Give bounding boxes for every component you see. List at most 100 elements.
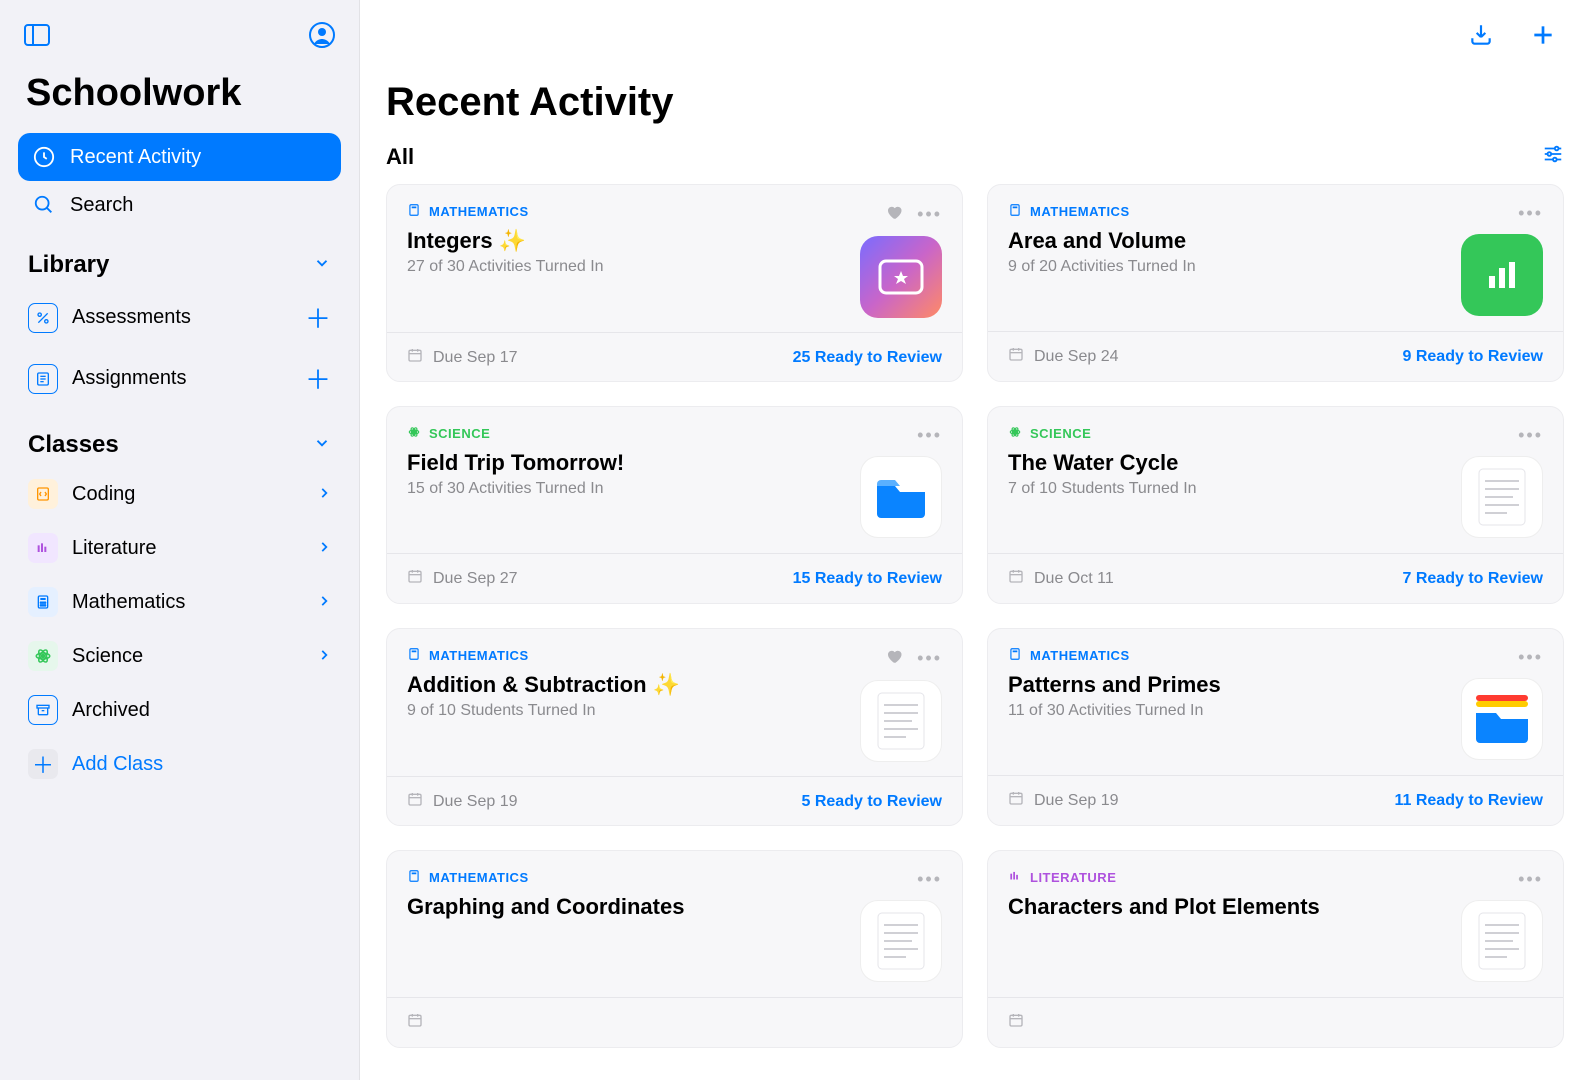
card-subject: LITERATURE: [1008, 869, 1449, 886]
add-assessment-button[interactable]: ＋: [305, 299, 331, 336]
add-button[interactable]: [1526, 18, 1560, 52]
card-text: MATHEMATICS Integers ✨ 27 of 30 Activiti…: [407, 203, 848, 318]
class-label: Literature: [72, 537, 157, 560]
archive-icon: [28, 695, 58, 725]
more-button[interactable]: •••: [1518, 425, 1543, 446]
more-button[interactable]: •••: [917, 869, 942, 890]
card-due: Due Sep 19: [407, 791, 518, 812]
mathematics-icon: [28, 587, 58, 617]
activity-card[interactable]: MATHEMATICS Addition & Subtraction ✨ 9 o…: [386, 628, 963, 826]
class-archived[interactable]: Archived: [18, 683, 341, 737]
card-actions: •••: [885, 647, 942, 670]
card-right: •••: [1461, 425, 1543, 539]
review-link[interactable]: 9 Ready to Review: [1403, 348, 1544, 366]
subject-label: SCIENCE: [1030, 426, 1091, 441]
literature-icon: [28, 533, 58, 563]
chevron-down-icon: [313, 251, 331, 279]
class-literature[interactable]: Literature: [18, 521, 341, 575]
due-label: Due Sep 24: [1034, 348, 1119, 366]
card-actions: •••: [1518, 647, 1543, 668]
nav-search[interactable]: Search: [18, 181, 341, 229]
card-right: •••: [1461, 869, 1543, 983]
thumbnail-icon: [860, 680, 942, 762]
class-science[interactable]: Science: [18, 629, 341, 683]
review-link[interactable]: 11 Ready to Review: [1394, 792, 1543, 810]
activity-card[interactable]: MATHEMATICS Integers ✨ 27 of 30 Activiti…: [386, 184, 963, 382]
thumbnail-icon: [1461, 456, 1543, 538]
card-subtitle: 7 of 10 Students Turned In: [1008, 476, 1449, 498]
search-icon: [32, 193, 56, 217]
card-footer: Due Sep 19 5 Ready to Review: [387, 776, 962, 826]
library-header-label: Library: [28, 251, 109, 279]
card-footer: Due Sep 19 11 Ready to Review: [988, 775, 1563, 825]
card-subtitle: 9 of 20 Activities Turned In: [1008, 254, 1449, 276]
toggle-sidebar-icon[interactable]: [20, 18, 54, 52]
sidebar: Schoolwork Recent Activity Search Librar…: [0, 0, 360, 1080]
library-assignments[interactable]: Assignments ＋: [18, 348, 341, 409]
card-subtitle: [407, 920, 848, 924]
add-class-button[interactable]: ＋ Add Class: [18, 737, 341, 791]
card-title: Area and Volume: [1008, 220, 1449, 254]
subject-label: MATHEMATICS: [1030, 648, 1130, 663]
more-button[interactable]: •••: [1518, 203, 1543, 224]
favorite-icon[interactable]: [885, 203, 903, 226]
card-title: Patterns and Primes: [1008, 664, 1449, 698]
card-body: MATHEMATICS Addition & Subtraction ✨ 9 o…: [387, 629, 962, 776]
card-text: LITERATURE Characters and Plot Elements: [1008, 869, 1449, 983]
more-button[interactable]: •••: [1518, 869, 1543, 890]
class-coding[interactable]: Coding: [18, 467, 341, 521]
card-title: Characters and Plot Elements: [1008, 886, 1449, 920]
review-link[interactable]: 7 Ready to Review: [1403, 570, 1544, 588]
subject-label: MATHEMATICS: [429, 648, 529, 663]
library-header[interactable]: Library: [18, 229, 341, 287]
review-link[interactable]: 25 Ready to Review: [793, 349, 942, 367]
review-link[interactable]: 5 Ready to Review: [802, 793, 943, 811]
card-subject: SCIENCE: [1008, 425, 1449, 442]
classes-header[interactable]: Classes: [18, 409, 341, 467]
activity-card[interactable]: SCIENCE Field Trip Tomorrow! 15 of 30 Ac…: [386, 406, 963, 604]
calendar-icon: [407, 1012, 423, 1033]
card-text: MATHEMATICS Patterns and Primes 11 of 30…: [1008, 647, 1449, 761]
more-button[interactable]: •••: [917, 648, 942, 669]
more-button[interactable]: •••: [917, 425, 942, 446]
activity-card[interactable]: MATHEMATICS Area and Volume 9 of 20 Acti…: [987, 184, 1564, 382]
card-right: •••: [860, 425, 942, 539]
activity-card[interactable]: SCIENCE The Water Cycle 7 of 10 Students…: [987, 406, 1564, 604]
class-mathematics[interactable]: Mathematics: [18, 575, 341, 629]
filter-button[interactable]: [1542, 143, 1564, 170]
calendar-icon: [1008, 346, 1024, 367]
archived-label: Archived: [72, 699, 150, 722]
download-button[interactable]: [1464, 18, 1498, 52]
thumbnail-icon: [860, 236, 942, 318]
library-assessments[interactable]: Assessments ＋: [18, 287, 341, 348]
card-text: MATHEMATICS Area and Volume 9 of 20 Acti…: [1008, 203, 1449, 317]
card-actions: •••: [1518, 869, 1543, 890]
app-title: Schoolwork: [18, 72, 341, 133]
card-text: SCIENCE Field Trip Tomorrow! 15 of 30 Ac…: [407, 425, 848, 539]
activity-card[interactable]: MATHEMATICS Graphing and Coordinates •••: [386, 850, 963, 1048]
clock-icon: [32, 145, 56, 169]
card-footer: [387, 997, 962, 1047]
review-link[interactable]: 15 Ready to Review: [793, 570, 942, 588]
activity-card[interactable]: LITERATURE Characters and Plot Elements …: [987, 850, 1564, 1048]
subject-label: LITERATURE: [1030, 870, 1116, 885]
more-button[interactable]: •••: [1518, 647, 1543, 668]
favorite-icon[interactable]: [885, 647, 903, 670]
more-button[interactable]: •••: [917, 204, 942, 225]
filter-label: All: [386, 144, 414, 170]
profile-icon[interactable]: [305, 18, 339, 52]
add-assignment-button[interactable]: ＋: [305, 360, 331, 397]
calendar-icon: [1008, 1012, 1024, 1033]
card-subtitle: 15 of 30 Activities Turned In: [407, 476, 848, 498]
percent-icon: [28, 303, 58, 333]
card-subtitle: 11 of 30 Activities Turned In: [1008, 698, 1449, 720]
card-actions: •••: [917, 869, 942, 890]
card-title: Integers ✨: [407, 220, 848, 254]
chevron-right-icon: [317, 645, 331, 668]
thumbnail-icon: [860, 900, 942, 982]
activity-card[interactable]: MATHEMATICS Patterns and Primes 11 of 30…: [987, 628, 1564, 826]
class-label: Coding: [72, 483, 135, 506]
due-label: Due Sep 19: [433, 793, 518, 811]
nav-recent-activity[interactable]: Recent Activity: [18, 133, 341, 181]
add-class-label: Add Class: [72, 753, 163, 776]
